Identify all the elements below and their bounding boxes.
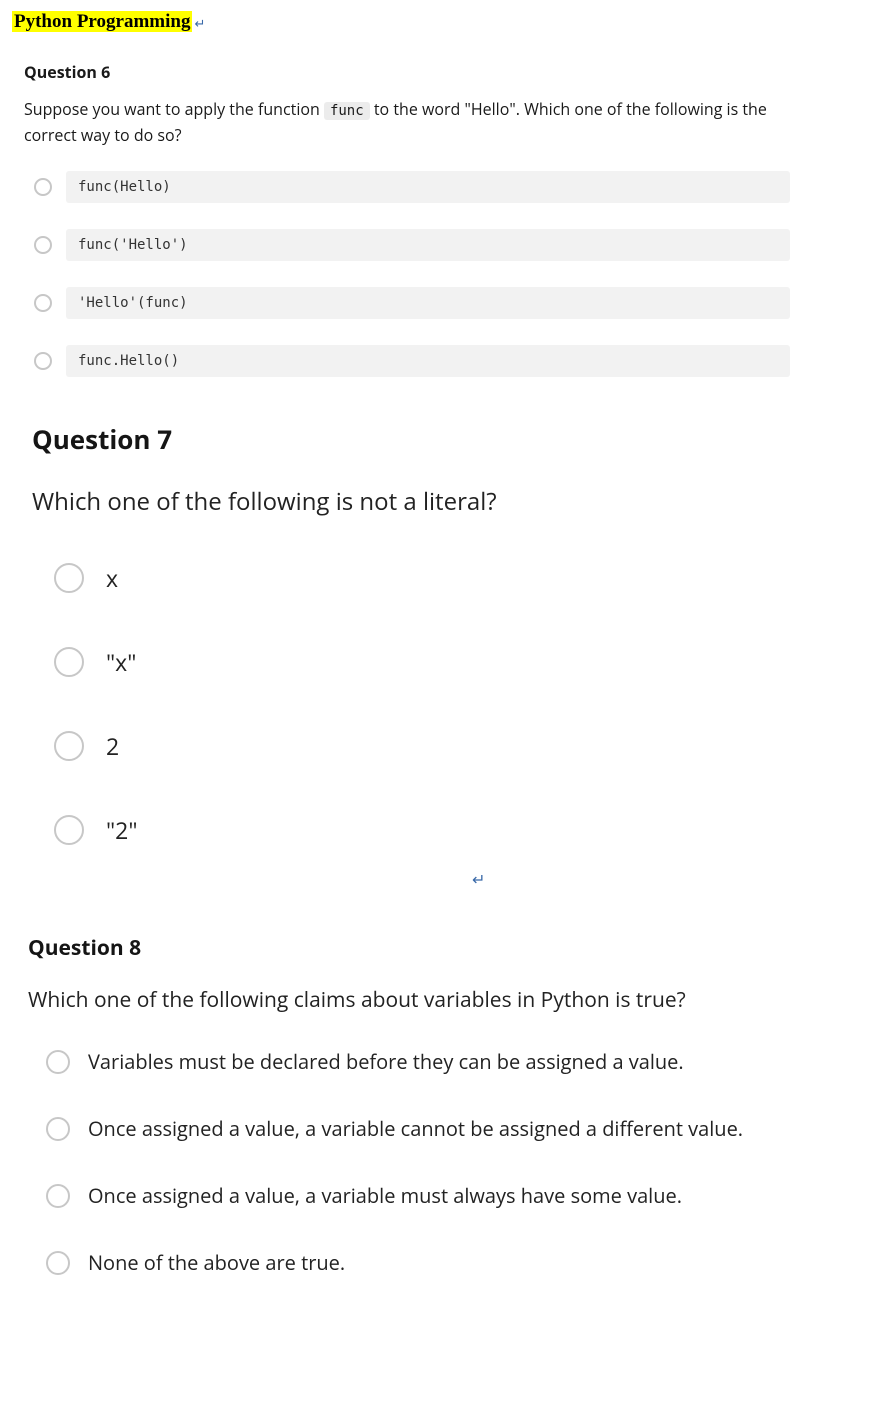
page-title-wrap: Python Programming↵ xyxy=(12,10,880,33)
question-7-block: Question 7 Which one of the following is… xyxy=(12,421,880,890)
radio-icon[interactable] xyxy=(54,647,84,677)
radio-icon[interactable] xyxy=(46,1117,70,1141)
question-6-block: Question 6 Suppose you want to apply the… xyxy=(12,61,880,377)
question-8-option[interactable]: Once assigned a value, a variable must a… xyxy=(46,1182,880,1209)
return-icon: ↵ xyxy=(472,868,880,890)
question-8-prompt: Which one of the following claims about … xyxy=(12,986,880,1014)
question-7-option[interactable]: "x" xyxy=(54,646,880,678)
return-icon: ↵ xyxy=(194,14,205,32)
question-7-option[interactable]: "2" xyxy=(54,814,880,846)
question-8-option[interactable]: Variables must be declared before they c… xyxy=(46,1048,880,1075)
radio-icon[interactable] xyxy=(46,1184,70,1208)
radio-icon[interactable] xyxy=(34,236,52,254)
question-6-option[interactable]: func('Hello') xyxy=(34,229,790,261)
question-8-heading: Question 8 xyxy=(12,934,880,962)
question-7-option-label: 2 xyxy=(106,730,119,762)
radio-icon[interactable] xyxy=(46,1251,70,1275)
radio-icon[interactable] xyxy=(34,352,52,370)
question-6-inline-code: func xyxy=(324,102,370,120)
radio-icon[interactable] xyxy=(34,178,52,196)
radio-icon[interactable] xyxy=(46,1050,70,1074)
question-8-option[interactable]: None of the above are true. xyxy=(46,1249,880,1276)
question-6-options: func(Hello) func('Hello') 'Hello'(func) … xyxy=(12,171,880,377)
radio-icon[interactable] xyxy=(54,563,84,593)
radio-icon[interactable] xyxy=(54,815,84,845)
question-6-option-label: func('Hello') xyxy=(66,229,790,261)
question-7-prompt: Which one of the following is not a lite… xyxy=(12,485,880,518)
question-6-option-label: func(Hello) xyxy=(66,171,790,203)
question-8-options: Variables must be declared before they c… xyxy=(12,1048,880,1276)
question-8-option[interactable]: Once assigned a value, a variable cannot… xyxy=(46,1115,880,1142)
question-6-heading: Question 6 xyxy=(12,61,880,83)
question-7-heading: Question 7 xyxy=(12,421,880,457)
question-7-option[interactable]: x xyxy=(54,562,880,594)
question-8-option-label: Once assigned a value, a variable must a… xyxy=(88,1182,682,1209)
question-6-prompt: Suppose you want to apply the function f… xyxy=(12,97,880,147)
question-6-option[interactable]: func.Hello() xyxy=(34,345,790,377)
question-8-option-label: Variables must be declared before they c… xyxy=(88,1048,684,1075)
question-7-options: x "x" 2 "2" xyxy=(12,562,880,846)
question-6-prompt-before: Suppose you want to apply the function xyxy=(24,98,324,120)
question-7-option[interactable]: 2 xyxy=(54,730,880,762)
question-8-block: Question 8 Which one of the following cl… xyxy=(12,934,880,1276)
question-7-option-label: "2" xyxy=(106,814,137,846)
question-6-option-label: 'Hello'(func) xyxy=(66,287,790,319)
radio-icon[interactable] xyxy=(54,731,84,761)
page-title: Python Programming xyxy=(12,11,192,32)
question-8-option-label: None of the above are true. xyxy=(88,1249,345,1276)
question-7-option-label: "x" xyxy=(106,646,136,678)
radio-icon[interactable] xyxy=(34,294,52,312)
question-7-option-label: x xyxy=(106,562,118,594)
question-8-option-label: Once assigned a value, a variable cannot… xyxy=(88,1115,743,1142)
question-6-option[interactable]: func(Hello) xyxy=(34,171,790,203)
question-6-option[interactable]: 'Hello'(func) xyxy=(34,287,790,319)
question-6-option-label: func.Hello() xyxy=(66,345,790,377)
